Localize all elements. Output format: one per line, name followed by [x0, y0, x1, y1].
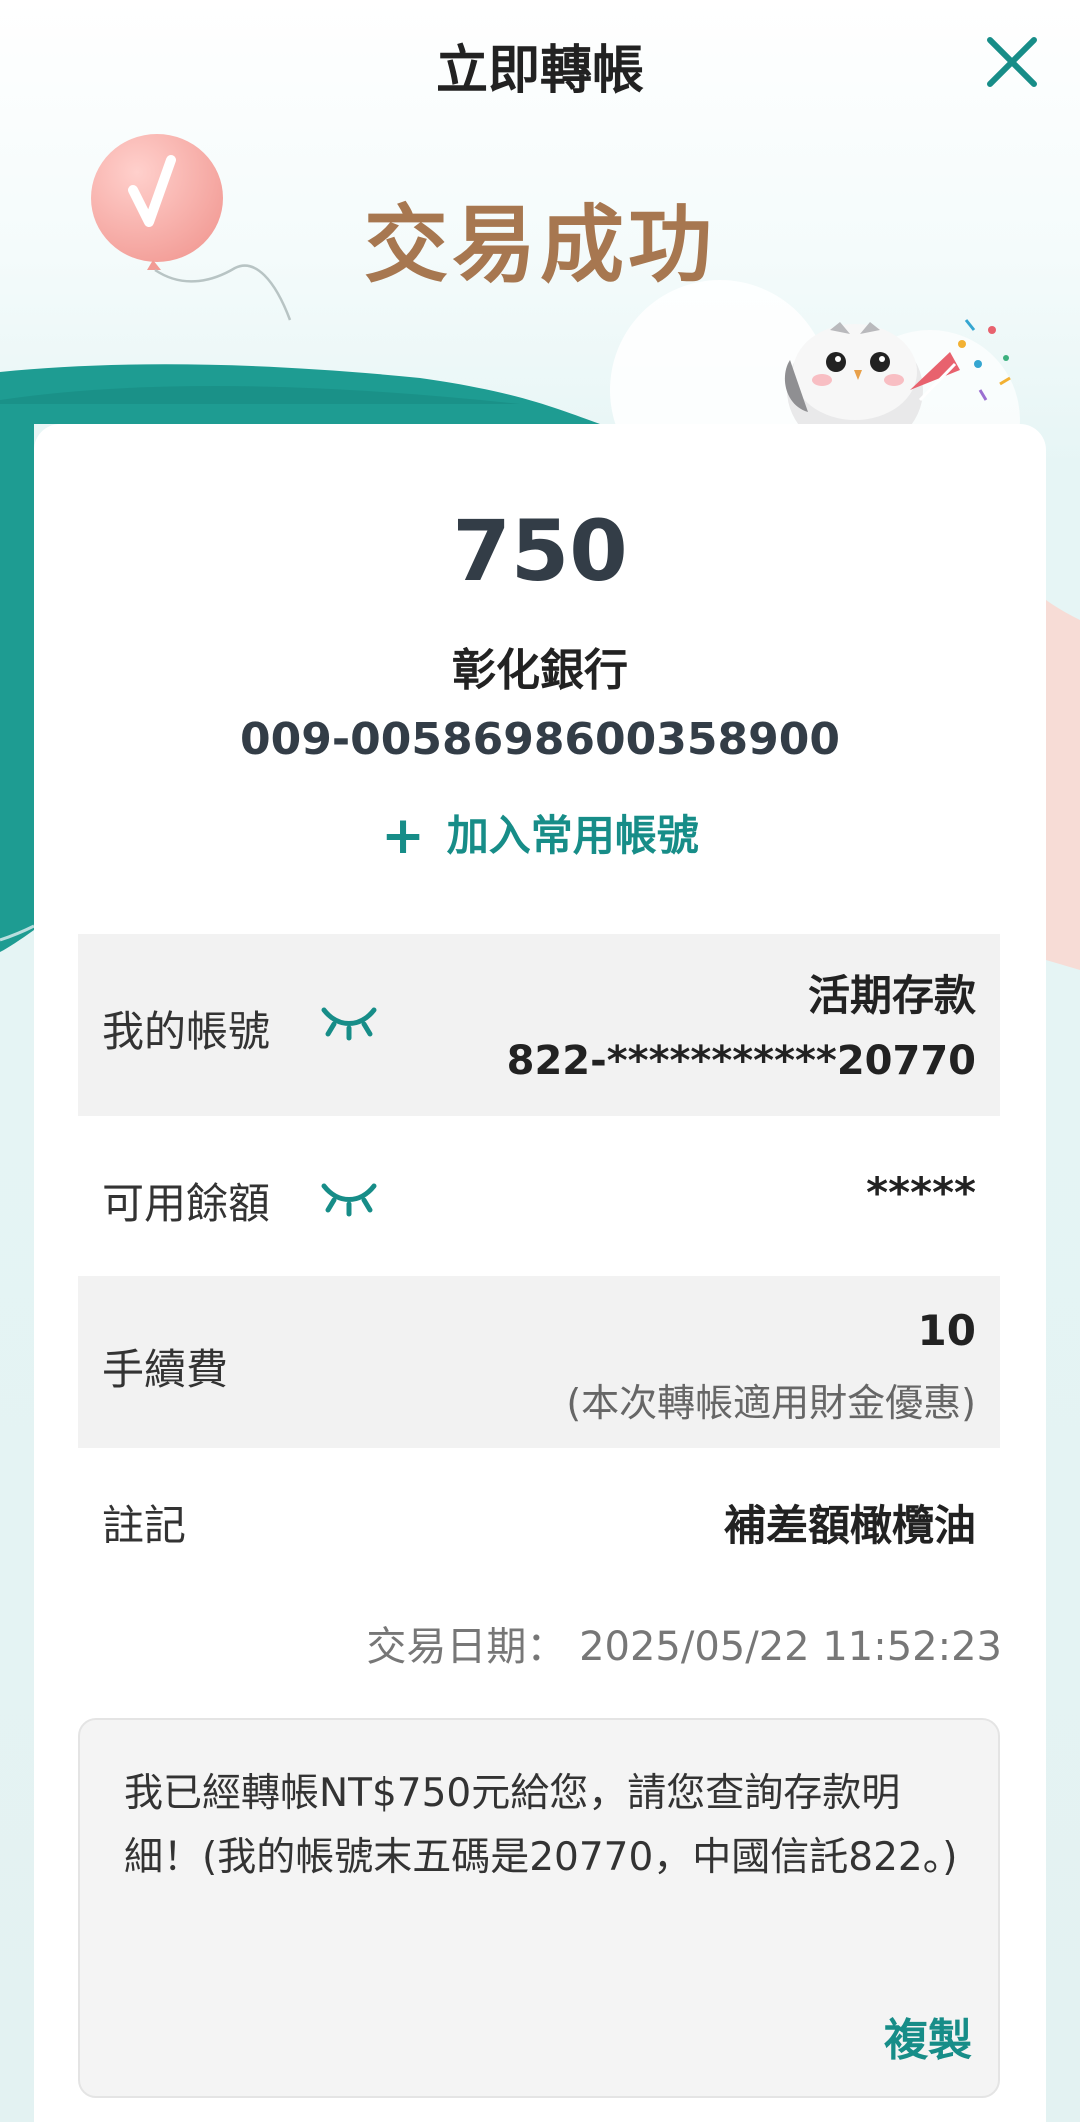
- add-favorite-label: 加入常用帳號: [446, 811, 699, 860]
- memo-value: 補差額橄欖油: [723, 1501, 976, 1550]
- balance-value: *****: [866, 1168, 976, 1217]
- eye-closed-icon[interactable]: [318, 998, 380, 1046]
- top-bar: 立即轉帳: [0, 0, 1080, 130]
- share-message-text: 我已經轉帳NT$750元給您，請您查詢存款明細！(我的帳號末五碼是20770，中…: [124, 1771, 958, 1880]
- recipient-account-number: 009-0058698600358900: [240, 714, 840, 765]
- transfer-result-card: 750 彰化銀行 009-0058698600358900 + 加入常用帳號 我的…: [34, 424, 1046, 2122]
- my-account-row: 我的帳號 活期存款 822-***********20770: [78, 934, 1000, 1116]
- transaction-date: 交易日期： 2025/05/22 11:52:23: [366, 1624, 1002, 1670]
- owl-party-icon: [770, 300, 1030, 452]
- share-message-box: 我已經轉帳NT$750元給您，請您查詢存款明細！(我的帳號末五碼是20770，中…: [78, 1718, 1000, 2098]
- close-button[interactable]: [982, 32, 1042, 92]
- close-icon: [987, 37, 1037, 87]
- fee-value: 10: [917, 1306, 976, 1355]
- memo-row: 註記 補差額橄欖油: [78, 1448, 1000, 1598]
- balance-label: 可用餘額: [102, 1179, 271, 1228]
- add-favorite-account-button[interactable]: + 加入常用帳號: [34, 802, 1046, 866]
- eye-closed-icon[interactable]: [318, 1174, 380, 1222]
- copy-button[interactable]: 複製: [884, 2004, 972, 2068]
- transfer-amount: 750: [452, 502, 628, 600]
- memo-label: 註記: [102, 1501, 187, 1550]
- page-title: 立即轉帳: [435, 41, 644, 101]
- success-title: 交易成功: [363, 196, 716, 294]
- fee-label: 手續費: [102, 1345, 229, 1394]
- plus-icon: +: [381, 806, 425, 866]
- recipient-bank-name: 彰化銀行: [452, 645, 628, 696]
- fee-note: (本次轉帳適用財金優惠): [566, 1381, 976, 1425]
- my-account-type: 活期存款: [807, 971, 976, 1020]
- balance-row: 可用餘額 *****: [78, 1116, 1000, 1276]
- my-account-number: 822-***********20770: [506, 1038, 976, 1084]
- fee-row: 手續費 10 (本次轉帳適用財金優惠): [78, 1276, 1000, 1448]
- my-account-label: 我的帳號: [102, 1007, 271, 1056]
